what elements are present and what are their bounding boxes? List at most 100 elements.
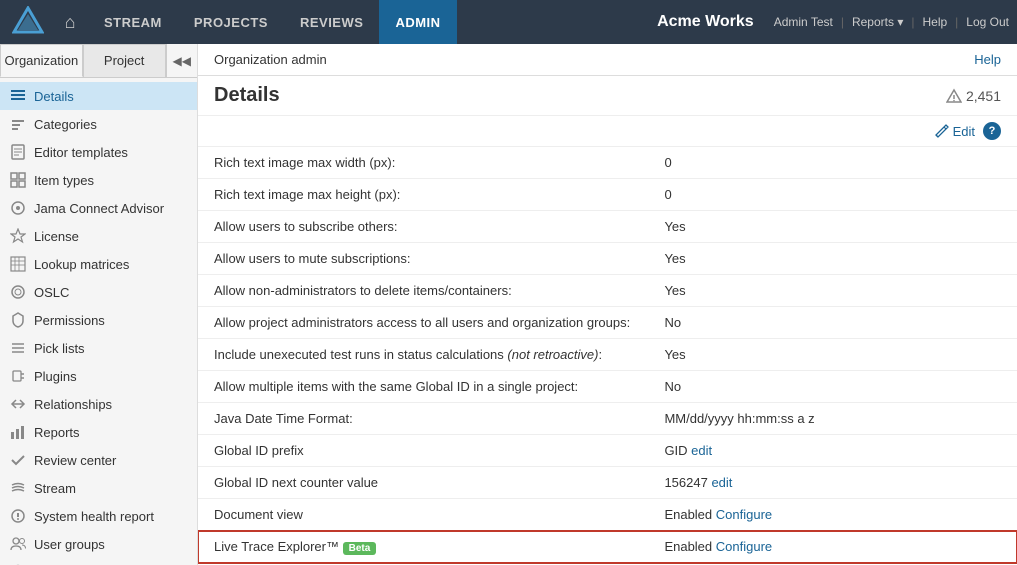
sidebar-item-item-types[interactable]: Item types [0, 166, 197, 194]
sidebar-collapse-button[interactable]: ◀◀ [166, 44, 197, 77]
divider1: | [837, 15, 848, 29]
editor-templates-icon [10, 144, 26, 160]
pick-lists-icon [10, 340, 26, 356]
user-area: Admin Test | Reports ▾ | Help | Log Out [774, 15, 1009, 29]
sidebar-item-details[interactable]: Details [0, 82, 197, 110]
field-value: GID edit [648, 435, 1017, 467]
nav-projects[interactable]: PROJECTS [178, 0, 284, 44]
field-value: Yes [648, 339, 1017, 371]
field-label: Java Date Time Format: [198, 403, 648, 435]
table-row: Document viewEnabled Configure [198, 499, 1017, 531]
sidebar-item-relationships[interactable]: Relationships [0, 390, 197, 418]
sidebar-item-plugins-label: Plugins [34, 369, 77, 384]
sidebar-item-license[interactable]: License [0, 222, 197, 250]
divider2: | [907, 15, 918, 29]
help-link[interactable]: Help [974, 52, 1001, 67]
sidebar-item-categories-label: Categories [34, 117, 97, 132]
help-icon-button[interactable]: ? [983, 122, 1001, 140]
edit-icon [935, 124, 949, 138]
stats-badge: 2,451 [946, 88, 1001, 104]
field-action-link[interactable]: Configure [716, 539, 772, 554]
field-label: Document view [198, 499, 648, 531]
sidebar-item-review-center[interactable]: Review center [0, 446, 197, 474]
sidebar-item-jama-connect-advisor[interactable]: Jama Connect Advisor [0, 194, 197, 222]
main-layout: Organization Project ◀◀ Details Categori… [0, 44, 1017, 565]
logout-link[interactable]: Log Out [966, 15, 1009, 29]
field-action-link[interactable]: Configure [716, 507, 772, 522]
relationships-icon [10, 396, 26, 412]
sidebar-items-list: Details Categories Editor templates Item… [0, 78, 197, 565]
beta-badge: Beta [343, 542, 377, 555]
field-value: 0 [648, 179, 1017, 211]
sidebar-item-reports-label: Reports [34, 425, 80, 440]
sidebar-item-lookup-matrices[interactable]: Lookup matrices [0, 250, 197, 278]
sidebar-tab-project[interactable]: Project [83, 44, 166, 77]
sidebar-item-editor-templates[interactable]: Editor templates [0, 138, 197, 166]
field-value: Enabled Configure [648, 499, 1017, 531]
field-value: Yes [648, 275, 1017, 307]
content-area: Organization admin Help Details 2,451 Ed… [198, 44, 1017, 565]
field-value: 0 [648, 147, 1017, 179]
sidebar-item-stream-label: Stream [34, 481, 76, 496]
table-row: Allow multiple items with the same Globa… [198, 371, 1017, 403]
sidebar-item-user-groups[interactable]: User groups [0, 530, 197, 558]
field-value: No [648, 371, 1017, 403]
sidebar-item-categories[interactable]: Categories [0, 110, 197, 138]
field-label: Allow project administrators access to a… [198, 307, 648, 339]
sidebar: Organization Project ◀◀ Details Categori… [0, 44, 198, 565]
sidebar-item-pick-lists[interactable]: Pick lists [0, 334, 197, 362]
details-icon [10, 88, 26, 104]
sidebar-item-jama-connect-advisor-label: Jama Connect Advisor [34, 201, 164, 216]
nav-items: STREAM PROJECTS REVIEWS ADMIN [88, 0, 457, 44]
home-button[interactable]: ⌂ [52, 4, 88, 40]
sidebar-item-stream[interactable]: Stream [0, 474, 197, 502]
sidebar-item-plugins[interactable]: Plugins [0, 362, 197, 390]
reports-link[interactable]: Reports ▾ [852, 15, 903, 29]
sidebar-item-users[interactable]: Users [0, 558, 197, 565]
edit-bar: Edit ? [198, 116, 1017, 147]
sidebar-tab-organization[interactable]: Organization [0, 44, 83, 77]
user-name-link[interactable]: Admin Test [774, 15, 833, 29]
details-table: Rich text image max width (px):0Rich tex… [198, 147, 1017, 565]
brand-name: Acme Works [657, 13, 774, 31]
table-row: Allow users to subscribe others:Yes [198, 211, 1017, 243]
sidebar-item-lookup-matrices-label: Lookup matrices [34, 257, 129, 272]
item-types-icon [10, 172, 26, 188]
field-action-link[interactable]: edit [691, 443, 712, 458]
nav-reviews[interactable]: REVIEWS [284, 0, 379, 44]
field-label: Global ID next counter value [198, 467, 648, 499]
license-icon [10, 228, 26, 244]
app-logo[interactable] [8, 4, 48, 40]
reports-icon [10, 424, 26, 440]
field-label: Rich text image max width (px): [198, 147, 648, 179]
content-header: Organization admin Help [198, 44, 1017, 76]
field-value: MM/dd/yyyy hh:mm:ss a z [648, 403, 1017, 435]
sidebar-item-permissions[interactable]: Permissions [0, 306, 197, 334]
table-row: Live Trace Explorer™ BetaEnabled Configu… [198, 531, 1017, 563]
sidebar-item-reports[interactable]: Reports [0, 418, 197, 446]
sidebar-item-system-health-report-label: System health report [34, 509, 154, 524]
field-action-link[interactable]: edit [711, 475, 732, 490]
sidebar-item-oslc-label: OSLC [34, 285, 69, 300]
field-label: Rich text image max height (px): [198, 179, 648, 211]
stats-value: 2,451 [966, 88, 1001, 104]
edit-button[interactable]: Edit [935, 124, 975, 139]
sidebar-item-system-health-report[interactable]: System health report [0, 502, 197, 530]
details-table-scroll: Rich text image max width (px):0Rich tex… [198, 147, 1017, 565]
nav-stream[interactable]: STREAM [88, 0, 178, 44]
sidebar-item-user-groups-label: User groups [34, 537, 105, 552]
table-row: Allow project administrators access to a… [198, 307, 1017, 339]
edit-label: Edit [953, 124, 975, 139]
sidebar-item-review-center-label: Review center [34, 453, 116, 468]
help-link[interactable]: Help [922, 15, 947, 29]
user-groups-icon [10, 536, 26, 552]
table-row: Rich text image max width (px):0 [198, 147, 1017, 179]
field-value: Enabled Configure [648, 531, 1017, 563]
sidebar-item-details-label: Details [34, 89, 74, 104]
sidebar-item-relationships-label: Relationships [34, 397, 112, 412]
lookup-matrices-icon [10, 256, 26, 272]
table-row: Global ID next counter value156247 edit [198, 467, 1017, 499]
sidebar-item-oslc[interactable]: OSLC [0, 278, 197, 306]
table-row: Java Date Time Format:MM/dd/yyyy hh:mm:s… [198, 403, 1017, 435]
nav-admin[interactable]: ADMIN [379, 0, 456, 44]
